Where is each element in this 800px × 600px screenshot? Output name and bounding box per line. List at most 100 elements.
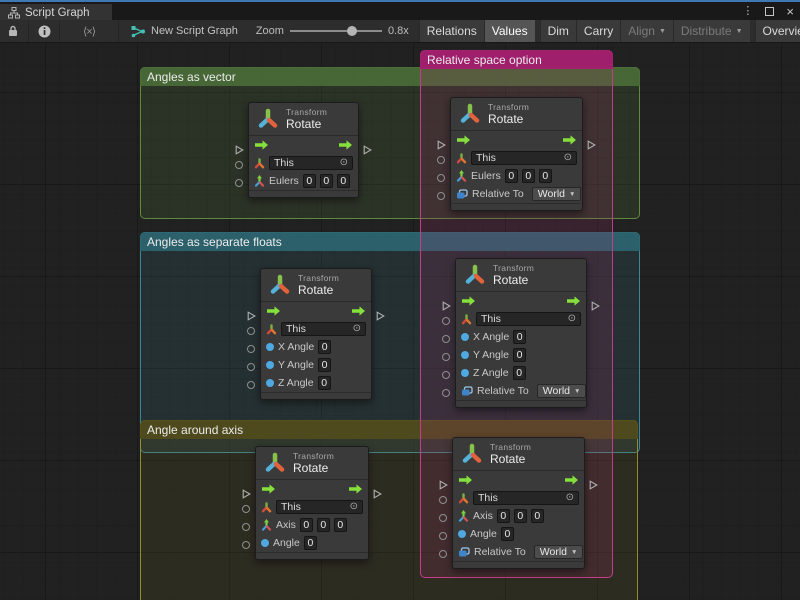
- toolbar-button-values[interactable]: Values: [484, 20, 535, 42]
- value-input[interactable]: 0: [497, 509, 510, 523]
- value-input[interactable]: 0: [318, 358, 331, 372]
- value-input[interactable]: 0: [522, 169, 535, 183]
- node-header[interactable]: TransformRotate: [261, 269, 371, 302]
- value-input-port[interactable]: [442, 317, 450, 325]
- node-rotate-floats[interactable]: TransformRotateThis⊙X Angle0Y Angle0Z An…: [260, 268, 372, 400]
- value-input[interactable]: 0: [337, 174, 350, 188]
- value-input[interactable]: 0: [318, 376, 331, 390]
- value-input[interactable]: 0: [317, 518, 330, 532]
- this-field-value: This: [476, 152, 496, 164]
- graph-canvas[interactable]: Angles as vectorAngles as separate float…: [0, 43, 800, 600]
- control-output-port[interactable]: [591, 298, 600, 316]
- lock-button[interactable]: [0, 20, 26, 42]
- control-input-port[interactable]: [437, 137, 446, 155]
- value-input[interactable]: 0: [501, 527, 514, 541]
- node-rotate-axis-angle-relative[interactable]: TransformRotateThis⊙Axis000Angle0Relativ…: [452, 437, 585, 569]
- control-input-port[interactable]: [442, 298, 451, 316]
- node-header[interactable]: TransformRotate: [256, 447, 368, 480]
- value-input-port[interactable]: [442, 353, 450, 361]
- node-rotate-floats-relative[interactable]: TransformRotateThis⊙X Angle0Y Angle0Z An…: [455, 258, 587, 408]
- toolbar-button-overview[interactable]: Overview: [755, 20, 800, 42]
- node-rotate-vector-relative[interactable]: TransformRotateThis⊙Eulers000Relative To…: [450, 97, 583, 211]
- edit-source-button[interactable]: ⟨×⟩: [62, 20, 116, 42]
- value-input-port[interactable]: [437, 192, 445, 200]
- object-picker-icon[interactable]: ⊙: [353, 324, 361, 334]
- this-object-field[interactable]: This⊙: [473, 491, 579, 505]
- control-input-port[interactable]: [242, 486, 251, 504]
- relative-to-dropdown[interactable]: World▼: [534, 545, 584, 559]
- value-input-port[interactable]: [442, 371, 450, 379]
- value-input-port[interactable]: [437, 156, 445, 164]
- value-input-port[interactable]: [235, 179, 243, 187]
- value-input-port[interactable]: [439, 496, 447, 504]
- float-type-icon: [461, 351, 469, 359]
- value-input-port[interactable]: [437, 174, 445, 182]
- float-type-icon: [266, 343, 274, 351]
- close-icon[interactable]: ×: [786, 5, 794, 18]
- control-output-port[interactable]: [376, 308, 385, 326]
- zoom-slider[interactable]: [290, 25, 382, 37]
- control-input-port[interactable]: [247, 308, 256, 326]
- control-output-port[interactable]: [363, 142, 372, 160]
- object-picker-icon[interactable]: ⊙: [340, 158, 348, 168]
- value-input[interactable]: 0: [514, 509, 527, 523]
- value-input[interactable]: 0: [300, 518, 313, 532]
- value-input-port[interactable]: [247, 327, 255, 335]
- value-input-port[interactable]: [439, 532, 447, 540]
- this-object-field[interactable]: This⊙: [269, 156, 353, 170]
- toolbar-button-carry[interactable]: Carry: [576, 20, 620, 42]
- value-input[interactable]: 0: [304, 536, 317, 550]
- control-output-port[interactable]: [587, 137, 596, 155]
- object-picker-icon[interactable]: ⊙: [566, 493, 574, 503]
- more-options-icon[interactable]: ⋮: [742, 6, 753, 17]
- value-input-port[interactable]: [439, 550, 447, 558]
- node-rotate-vector[interactable]: TransformRotateThis⊙Eulers000: [248, 102, 359, 198]
- value-input[interactable]: 0: [513, 330, 526, 344]
- value-input-port[interactable]: [242, 541, 250, 549]
- zoom-slider-handle[interactable]: [347, 26, 357, 36]
- node-header[interactable]: TransformRotate: [451, 98, 582, 131]
- value-input[interactable]: 0: [531, 509, 544, 523]
- new-script-graph-button[interactable]: New Script Graph: [121, 20, 248, 42]
- toolbar-button-dim[interactable]: Dim: [540, 20, 576, 42]
- node-rotate-axis-angle[interactable]: TransformRotateThis⊙Axis000Angle0: [255, 446, 369, 560]
- this-object-field[interactable]: This⊙: [476, 312, 581, 326]
- node-header[interactable]: TransformRotate: [456, 259, 586, 292]
- maximize-icon[interactable]: [765, 7, 774, 16]
- value-input[interactable]: 0: [318, 340, 331, 354]
- control-input-port[interactable]: [235, 142, 244, 160]
- value-input-port[interactable]: [247, 345, 255, 353]
- this-object-field[interactable]: This⊙: [281, 322, 366, 336]
- value-input-port[interactable]: [442, 389, 450, 397]
- input-row-axis: Axis000: [256, 516, 368, 534]
- control-input-port[interactable]: [439, 477, 448, 495]
- value-input[interactable]: 0: [505, 169, 518, 183]
- value-input[interactable]: 0: [334, 518, 347, 532]
- object-picker-icon[interactable]: ⊙: [568, 314, 576, 324]
- node-header[interactable]: TransformRotate: [453, 438, 584, 471]
- node-header[interactable]: TransformRotate: [249, 103, 358, 136]
- this-object-field[interactable]: This ⊙: [471, 151, 577, 165]
- value-input[interactable]: 0: [303, 174, 316, 188]
- value-input-port[interactable]: [247, 363, 255, 371]
- relative-to-dropdown[interactable]: World▼: [532, 187, 582, 201]
- group-header-relative-space-option[interactable]: Relative space option: [420, 50, 613, 69]
- value-input[interactable]: 0: [539, 169, 552, 183]
- control-output-port[interactable]: [589, 477, 598, 495]
- value-input-port[interactable]: [442, 335, 450, 343]
- value-input-port[interactable]: [439, 514, 447, 522]
- value-input-port[interactable]: [247, 381, 255, 389]
- control-output-port[interactable]: [373, 486, 382, 504]
- info-button[interactable]: [31, 20, 57, 42]
- value-input[interactable]: 0: [513, 348, 526, 362]
- value-input-port[interactable]: [242, 505, 250, 513]
- toolbar-button-relations[interactable]: Relations: [419, 20, 484, 42]
- relative-to-dropdown[interactable]: World▼: [537, 384, 587, 398]
- value-input[interactable]: 0: [513, 366, 526, 380]
- value-input-port[interactable]: [235, 161, 243, 169]
- object-picker-icon[interactable]: ⊙: [350, 502, 358, 512]
- value-input-port[interactable]: [242, 523, 250, 531]
- this-object-field[interactable]: This⊙: [276, 500, 363, 514]
- object-picker-icon[interactable]: ⊙: [564, 153, 572, 163]
- value-input[interactable]: 0: [320, 174, 333, 188]
